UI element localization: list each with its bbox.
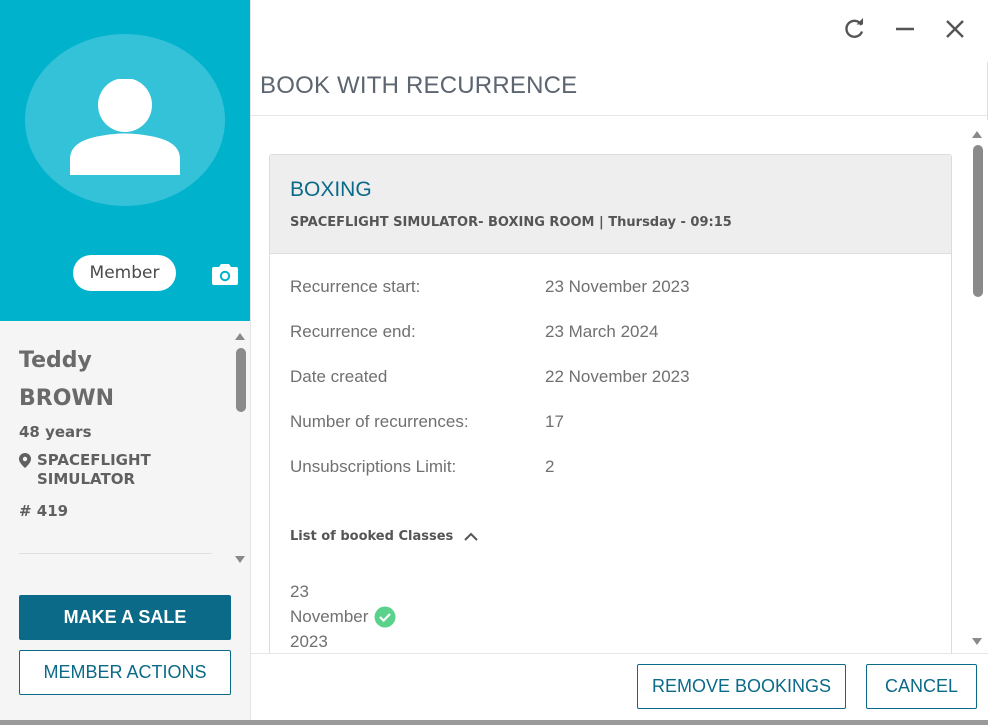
class-card-header: BOXING SPACEFLIGHT SIMULATOR- BOXING ROO… xyxy=(270,155,951,254)
scroll-down-arrow-icon[interactable] xyxy=(234,552,246,570)
footer-divider xyxy=(251,653,988,654)
dialog-title: BOOK WITH RECURRENCE xyxy=(260,72,578,99)
detail-value-number-of-recurrences: 17 xyxy=(545,412,564,431)
member-location: SPACEFLIGHT SIMULATOR xyxy=(19,451,224,489)
detail-value-recurrence-start: 23 November 2023 xyxy=(545,277,690,296)
class-name: BOXING xyxy=(290,178,372,201)
member-info: Teddy BROWN 48 years SPACEFLIGHT SIMULAT… xyxy=(19,348,224,520)
chevron-up-icon xyxy=(464,532,478,541)
profile-header: Member xyxy=(0,0,250,321)
avatar xyxy=(25,34,225,206)
cancel-button[interactable]: CANCEL xyxy=(866,664,977,709)
refresh-icon[interactable] xyxy=(840,16,870,42)
detail-label-unsubscriptions-limit: Unsubscriptions Limit: xyxy=(290,457,457,476)
class-subtitle: SPACEFLIGHT SIMULATOR- BOXING ROOM | Thu… xyxy=(290,215,732,230)
camera-icon[interactable] xyxy=(211,262,239,291)
scroll-up-arrow-icon[interactable] xyxy=(971,126,983,144)
detail-value-date-created: 22 November 2023 xyxy=(545,367,690,386)
detail-label-recurrence-end: Recurrence end: xyxy=(290,322,416,341)
list-item: 23 November 2023 xyxy=(290,579,396,653)
class-card: BOXING SPACEFLIGHT SIMULATOR- BOXING ROO… xyxy=(269,154,952,653)
member-id: # 419 xyxy=(19,502,69,520)
member-modal: Member Teddy BROWN 48 years SPACEFLIGHT … xyxy=(0,0,988,720)
content-scroll-area[interactable]: BOXING SPACEFLIGHT SIMULATOR- BOXING ROO… xyxy=(251,116,988,653)
member-age: 48 years xyxy=(19,423,92,441)
detail-value-unsubscriptions-limit: 2 xyxy=(545,457,555,476)
check-circle-icon xyxy=(374,606,396,627)
minimize-icon[interactable] xyxy=(890,16,920,42)
user-avatar-icon xyxy=(70,79,180,175)
booked-classes-toggle[interactable]: List of booked Classes xyxy=(290,529,479,544)
sidebar-divider xyxy=(19,553,212,554)
remove-bookings-button[interactable]: REMOVE BOOKINGS xyxy=(637,664,846,709)
member-location-text: SPACEFLIGHT SIMULATOR xyxy=(37,451,151,488)
member-sidebar: Member Teddy BROWN 48 years SPACEFLIGHT … xyxy=(0,0,251,720)
location-pin-icon xyxy=(19,453,31,468)
detail-value-recurrence-end: 23 March 2024 xyxy=(545,322,659,341)
booked-classes-label: List of booked Classes xyxy=(290,529,454,544)
member-badge: Member xyxy=(73,255,176,291)
detail-label-recurrence-start: Recurrence start: xyxy=(290,277,421,296)
content-scrollbar-thumb[interactable] xyxy=(973,145,983,297)
detail-label-date-created: Date created xyxy=(290,367,388,386)
sidebar-scrollbar-thumb[interactable] xyxy=(236,348,246,412)
scroll-down-arrow-icon[interactable] xyxy=(971,634,983,652)
make-sale-button[interactable]: MAKE A SALE xyxy=(19,595,231,640)
close-icon[interactable] xyxy=(940,16,970,42)
member-last-name: BROWN xyxy=(19,386,115,411)
member-first-name: Teddy xyxy=(19,348,92,373)
scroll-up-arrow-icon[interactable] xyxy=(234,328,246,346)
detail-label-number-of-recurrences: Number of recurrences: xyxy=(290,412,469,431)
booked-class-date: 23 November 2023 xyxy=(290,582,369,651)
member-actions-button[interactable]: MEMBER ACTIONS xyxy=(19,650,231,695)
window-controls xyxy=(840,16,970,42)
